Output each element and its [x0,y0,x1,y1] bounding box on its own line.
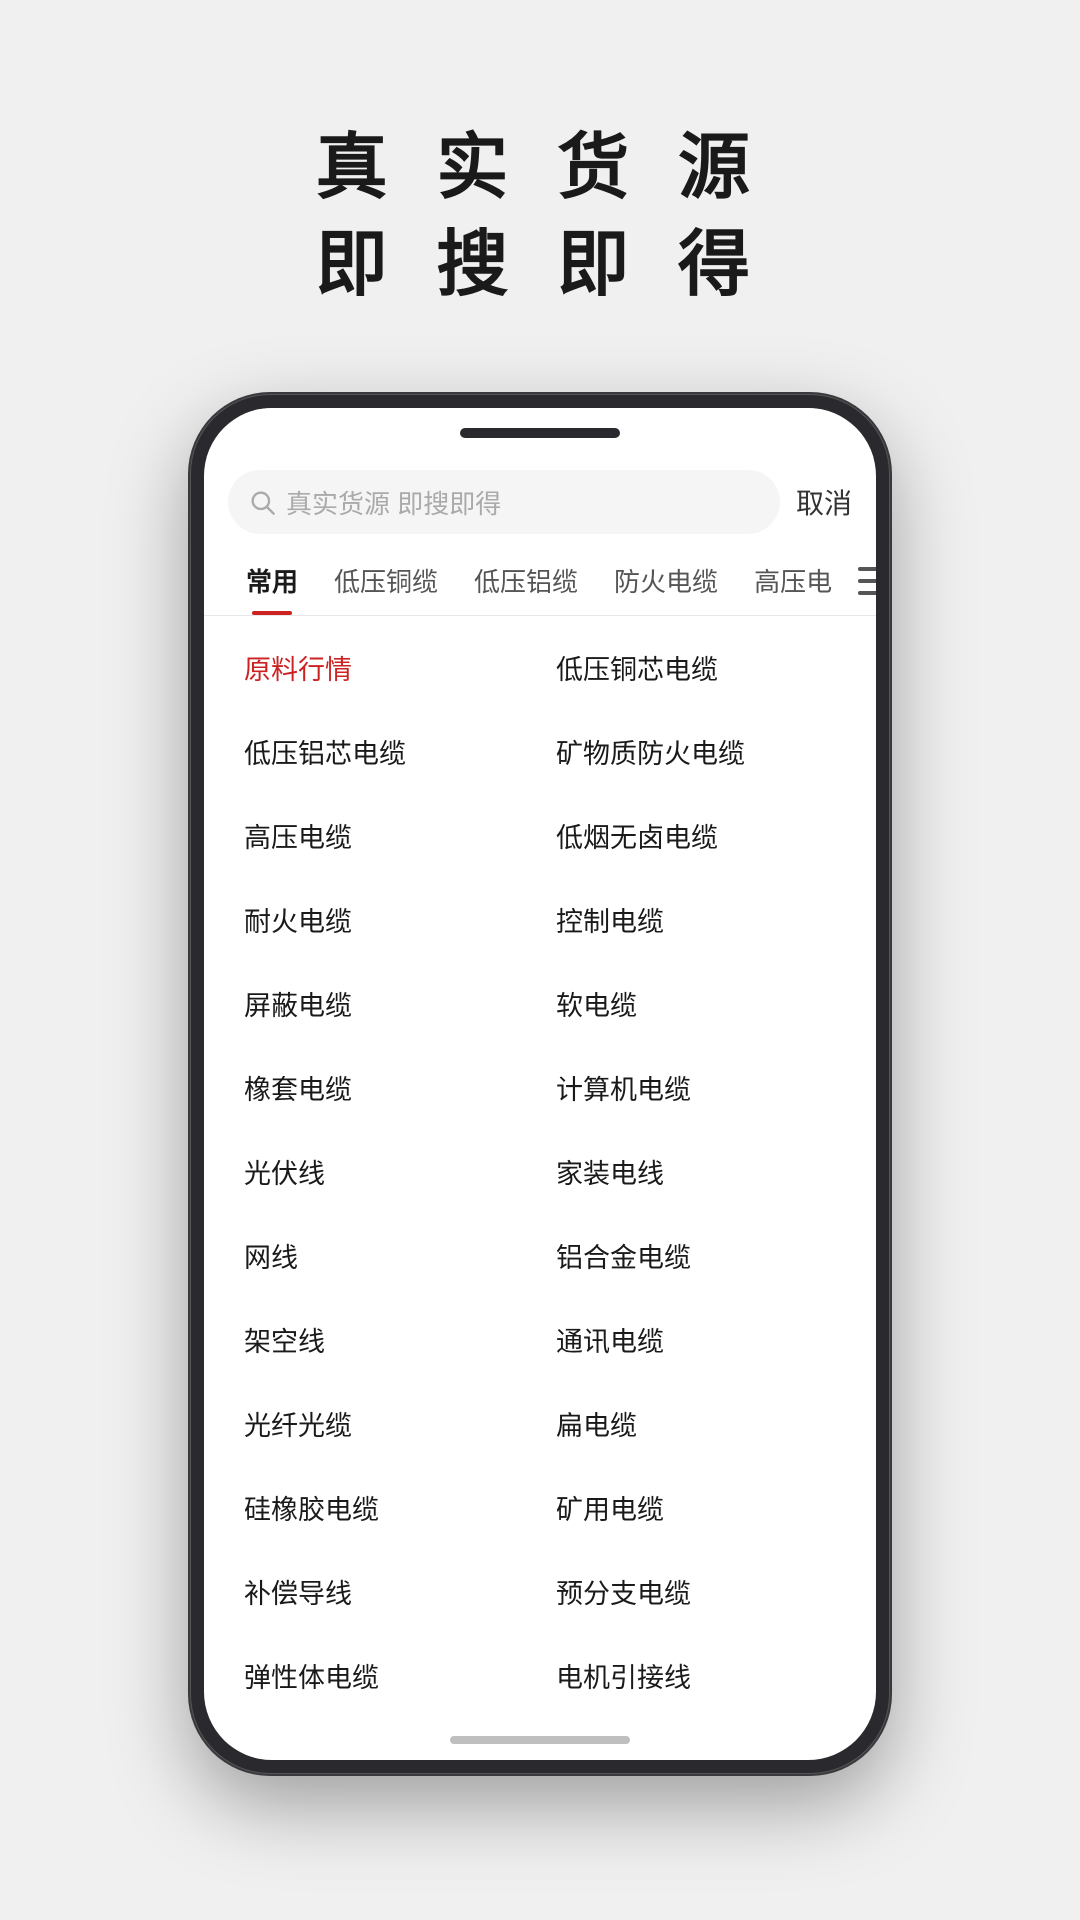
category-item[interactable]: 网线 [228,1214,540,1298]
phone-screen: 真实货源 即搜即得 取消 常用 低压铜缆 低压铝缆 防火电缆 高压电 [204,408,876,1760]
notch-area [204,408,876,458]
category-item[interactable]: 矿用电缆 [540,1466,852,1550]
category-item[interactable]: 高压电缆 [228,794,540,878]
tab-fanghuodianlan[interactable]: 防火电缆 [596,546,736,615]
category-item[interactable]: 软电缆 [540,962,852,1046]
search-icon [248,488,276,516]
category-item[interactable]: 弹性体电缆 [228,1634,540,1718]
category-item[interactable]: 架空线 [228,1298,540,1382]
category-item[interactable]: 补偿导线 [228,1550,540,1634]
phone-mockup: 真实货源 即搜即得 取消 常用 低压铜缆 低压铝缆 防火电缆 高压电 [190,394,890,1774]
category-item[interactable]: 控制电缆 [540,878,852,962]
category-item[interactable]: 铝合金电缆 [540,1214,852,1298]
category-item[interactable]: 通讯电缆 [540,1298,852,1382]
cancel-button[interactable]: 取消 [796,482,852,522]
category-grid: 原料行情低压铜芯电缆低压铝芯电缆矿物质防火电缆高压电缆低烟无卤电缆耐火电缆控制电… [228,626,852,1720]
tab-gaoya[interactable]: 高压电 [736,546,850,615]
category-item[interactable]: 光纤光缆 [228,1382,540,1466]
category-item[interactable]: 低烟无卤电缆 [540,794,852,878]
search-box[interactable]: 真实货源 即搜即得 [228,470,780,534]
category-item[interactable]: 橡套电缆 [228,1046,540,1130]
search-row: 真实货源 即搜即得 取消 [204,458,876,546]
category-item[interactable]: 低压铜芯电缆 [540,626,852,710]
category-item[interactable]: 硅橡胶电缆 [228,1466,540,1550]
notch-bar [460,428,620,438]
tab-more-button[interactable] [850,551,876,611]
category-item[interactable]: 计算机电缆 [540,1046,852,1130]
category-item[interactable]: 矿物质防火电缆 [540,710,852,794]
category-item[interactable]: 耐火电缆 [228,878,540,962]
search-placeholder: 真实货源 即搜即得 [286,484,501,521]
home-indicator [204,1720,876,1760]
category-item[interactable]: 预分支电缆 [540,1550,852,1634]
tab-bar: 常用 低压铜缆 低压铝缆 防火电缆 高压电 [204,546,876,616]
category-list: 原料行情低压铜芯电缆低压铝芯电缆矿物质防火电缆高压电缆低烟无卤电缆耐火电缆控制电… [204,616,876,1720]
category-item[interactable]: 屏蔽电缆 [228,962,540,1046]
tab-diyalulan[interactable]: 低压铝缆 [456,546,596,615]
tab-changyong[interactable]: 常用 [228,546,316,615]
category-item[interactable]: 扁电缆 [540,1382,852,1466]
category-item[interactable]: 光伏线 [228,1130,540,1214]
home-bar [450,1736,630,1744]
phone-shell: 真实货源 即搜即得 取消 常用 低压铜缆 低压铝缆 防火电缆 高压电 [190,394,890,1774]
main-headline: 真 实 货 源 即 搜 即 得 [316,120,765,314]
category-item[interactable]: 原料行情 [228,626,540,710]
category-item[interactable]: 电机引接线 [540,1634,852,1718]
tab-diyatonglan[interactable]: 低压铜缆 [316,546,456,615]
list-icon [858,567,876,595]
category-item[interactable]: 低压铝芯电缆 [228,710,540,794]
category-item[interactable]: 家装电线 [540,1130,852,1214]
